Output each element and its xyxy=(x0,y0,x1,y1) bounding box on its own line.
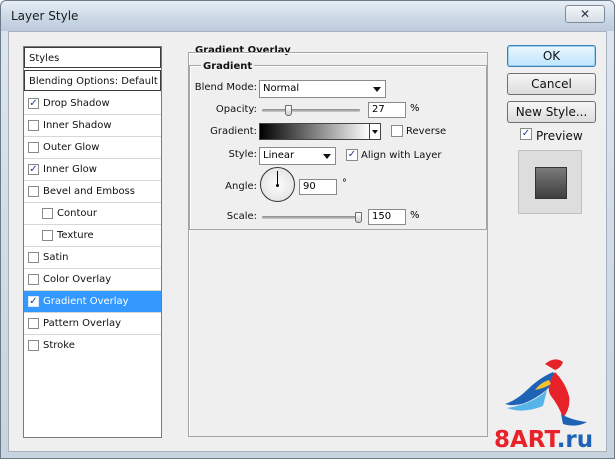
scale-slider-track[interactable] xyxy=(262,216,360,219)
gradient-picker-button[interactable] xyxy=(369,123,381,140)
angle-dial[interactable] xyxy=(260,167,295,202)
preview-checkbox[interactable]: ✓ xyxy=(520,128,532,140)
chevron-down-icon xyxy=(373,87,381,92)
style-item-bevel-and-emboss[interactable]: Bevel and Emboss xyxy=(24,181,161,202)
align-with-layer-checkbox[interactable]: ✓ xyxy=(346,149,358,161)
style-item-checkbox[interactable] xyxy=(28,318,39,329)
group-title: Gradient xyxy=(201,61,255,72)
style-item-checkbox[interactable] xyxy=(42,230,53,241)
blending-options-item[interactable]: Blending Options: Default xyxy=(24,70,161,91)
gradient-label: Gradient: xyxy=(210,126,257,137)
chevron-down-icon xyxy=(372,130,378,134)
watermark-8art: 8ART xyxy=(494,427,557,453)
style-item-checkbox[interactable] xyxy=(28,252,39,263)
style-item-label: Color Overlay xyxy=(43,274,112,285)
scale-label: Scale: xyxy=(226,211,257,222)
style-item-label: Texture xyxy=(57,230,94,241)
style-item-label: Pattern Overlay xyxy=(43,318,122,329)
style-item-stroke[interactable]: Stroke xyxy=(24,335,161,356)
opacity-label: Opacity: xyxy=(215,104,257,115)
style-item-label: Bevel and Emboss xyxy=(43,186,135,197)
blend-mode-value: Normal xyxy=(263,83,300,94)
angle-input[interactable]: 90 xyxy=(299,179,337,195)
style-item-label: Stroke xyxy=(43,340,75,351)
ok-button[interactable]: OK xyxy=(507,45,596,67)
style-item-texture[interactable]: Texture xyxy=(24,225,161,246)
style-item-contour[interactable]: Contour xyxy=(24,203,161,224)
scale-percent: % xyxy=(410,210,420,221)
close-button[interactable]: ✕ xyxy=(565,5,605,23)
style-item-checkbox[interactable] xyxy=(28,274,39,285)
style-item-label: Gradient Overlay xyxy=(43,296,129,307)
style-label: Style: xyxy=(228,149,258,160)
watermark-text: 8ART.ru xyxy=(494,427,593,453)
angle-label: Angle: xyxy=(225,181,257,192)
reverse-label: Reverse xyxy=(406,126,447,137)
style-item-checkbox[interactable] xyxy=(28,120,39,131)
scale-input[interactable]: 150 xyxy=(368,209,406,225)
scale-slider-thumb[interactable] xyxy=(355,212,363,223)
blend-mode-label: Blend Mode: xyxy=(194,82,257,93)
style-preview xyxy=(518,150,582,214)
gradient-swatch[interactable] xyxy=(259,123,370,140)
preview-label: Preview xyxy=(536,129,583,143)
style-item-label: Outer Glow xyxy=(43,142,100,153)
style-item-checkbox[interactable]: ✓ xyxy=(28,296,39,307)
styles-header[interactable]: Styles xyxy=(24,47,161,68)
style-item-checkbox[interactable] xyxy=(42,208,53,219)
chevron-down-icon xyxy=(323,154,331,159)
style-item-checkbox[interactable] xyxy=(28,186,39,197)
window-title: Layer Style xyxy=(11,9,79,23)
style-item-label: Drop Shadow xyxy=(43,98,110,109)
reverse-checkbox[interactable] xyxy=(391,125,403,137)
style-item-color-overlay[interactable]: Color Overlay xyxy=(24,269,161,290)
style-item-label: Contour xyxy=(57,208,97,219)
new-style-button[interactable]: New Style... xyxy=(507,101,596,123)
style-item-label: Inner Shadow xyxy=(43,120,112,131)
layer-style-dialog: Layer Style ✕ Styles Blending Options: D… xyxy=(0,0,615,459)
style-item-checkbox[interactable]: ✓ xyxy=(28,164,39,175)
style-item-checkbox[interactable]: ✓ xyxy=(28,98,39,109)
cancel-button[interactable]: Cancel xyxy=(507,73,596,95)
style-value: Linear xyxy=(263,150,295,161)
style-select[interactable]: Linear xyxy=(259,147,336,165)
dialog-client-area: Styles Blending Options: Default ✓ Drop S… xyxy=(8,31,607,453)
style-item-checkbox[interactable] xyxy=(28,142,39,153)
title-bar[interactable]: Layer Style ✕ xyxy=(1,1,614,31)
style-item-outer-glow[interactable]: Outer Glow xyxy=(24,137,161,158)
opacity-slider-thumb[interactable] xyxy=(285,105,293,116)
style-item-label: Satin xyxy=(43,252,69,263)
blend-mode-select[interactable]: Normal xyxy=(259,80,386,98)
style-item-satin[interactable]: Satin xyxy=(24,247,161,268)
opacity-slider-track[interactable] xyxy=(262,109,360,112)
opacity-percent: % xyxy=(410,103,420,114)
style-item-gradient-overlay[interactable]: ✓ Gradient Overlay xyxy=(24,291,161,312)
style-item-inner-glow[interactable]: ✓ Inner Glow xyxy=(24,159,161,180)
watermark-ru: .ru xyxy=(556,427,594,453)
style-item-drop-shadow[interactable]: ✓ Drop Shadow xyxy=(24,93,161,114)
style-item-label: Inner Glow xyxy=(43,164,97,175)
preview-swatch xyxy=(535,167,567,199)
degree-symbol: ° xyxy=(342,178,347,189)
style-item-inner-shadow[interactable]: Inner Shadow xyxy=(24,115,161,136)
align-with-layer-label: Align with Layer xyxy=(361,150,442,161)
style-item-checkbox[interactable] xyxy=(28,340,39,351)
style-item-pattern-overlay[interactable]: Pattern Overlay xyxy=(24,313,161,334)
angle-dial-center xyxy=(276,184,279,187)
opacity-input[interactable]: 27 xyxy=(368,102,406,118)
styles-list: Styles Blending Options: Default ✓ Drop S… xyxy=(23,46,162,438)
